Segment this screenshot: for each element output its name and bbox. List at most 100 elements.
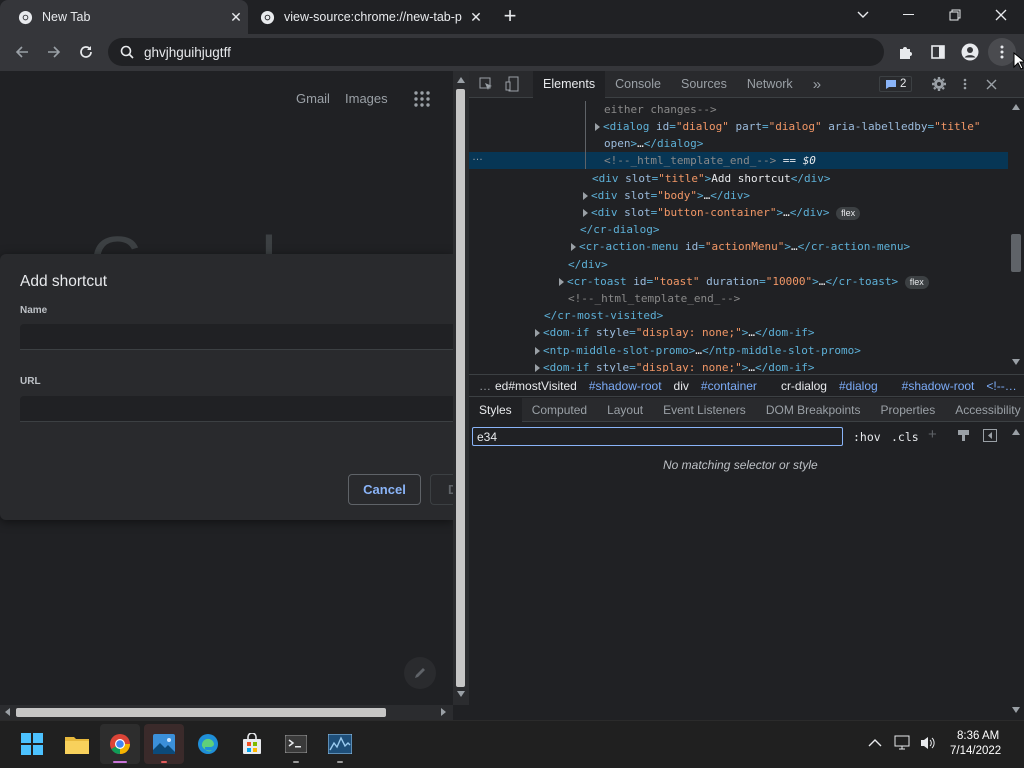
file-explorer-button[interactable] <box>57 724 97 764</box>
dom-line[interactable]: <cr-toast id="toast" duration="10000">…<… <box>559 273 929 290</box>
tab-elements[interactable]: Elements <box>533 70 606 98</box>
extensions-button[interactable] <box>892 38 920 66</box>
breadcrumb-item[interactable]: #shadow-root <box>589 379 662 393</box>
dom-line[interactable]: <div slot="title">Add shortcut</div> <box>592 170 830 187</box>
images-link[interactable]: Images <box>345 91 388 106</box>
devtools-settings-button[interactable] <box>926 71 952 97</box>
scroll-up-arrow[interactable] <box>1012 429 1020 435</box>
paint-roller-icon[interactable] <box>957 429 970 442</box>
scroll-left-arrow[interactable] <box>5 708 10 716</box>
tab-search-button[interactable] <box>840 0 886 30</box>
dom-line[interactable]: <dom-if style="display: none;">…</dom-if… <box>535 359 815 372</box>
breadcrumb-item[interactable]: ed#mostVisited <box>495 379 577 393</box>
tab-properties[interactable]: Properties <box>871 398 946 422</box>
tab-dom-breakpoints[interactable]: DOM Breakpoints <box>756 398 871 422</box>
tab-computed[interactable]: Computed <box>522 398 597 422</box>
page-horizontal-scrollbar[interactable] <box>0 705 453 720</box>
dom-line[interactable]: <cr-action-menu id="actionMenu">…</cr-ac… <box>571 238 910 255</box>
customize-button[interactable] <box>404 657 436 689</box>
volume-icon[interactable] <box>919 735 937 751</box>
minimize-button[interactable] <box>886 0 932 30</box>
tab-accessibility[interactable]: Accessibility <box>945 398 1024 422</box>
forward-button[interactable] <box>40 38 68 66</box>
dom-line[interactable]: <div slot="body">…</div> <box>583 187 750 204</box>
breadcrumb-item[interactable]: div #container <box>674 379 769 393</box>
dom-line[interactable]: </cr-dialog> <box>580 221 659 238</box>
close-tab-icon[interactable]: ✕ <box>464 9 488 26</box>
dom-line[interactable]: <ntp-middle-slot-promo>…</ntp-middle-slo… <box>535 342 861 359</box>
dom-line[interactable]: </div> <box>568 256 608 273</box>
close-tab-icon[interactable]: ✕ <box>224 9 248 26</box>
dom-line[interactable]: <div slot="button-container">…</div> fle… <box>583 204 861 221</box>
device-toolbar-button[interactable] <box>499 71 525 97</box>
dom-line[interactable]: open>…</dialog> <box>604 135 703 152</box>
chevron-up-icon[interactable] <box>868 738 882 748</box>
flex-badge[interactable]: flex <box>904 275 929 289</box>
tab-network[interactable]: Network <box>737 71 803 98</box>
sidebar-toggle-icon[interactable] <box>983 429 997 442</box>
dom-line[interactable]: <dialog id="dialog" part="dialog" aria-l… <box>595 118 981 135</box>
scroll-down-arrow[interactable] <box>1012 359 1020 365</box>
scroll-up-arrow[interactable] <box>1012 104 1020 110</box>
gmail-link[interactable]: Gmail <box>296 91 330 106</box>
dom-line[interactable]: either changes--> <box>604 101 717 118</box>
perf-monitor-taskbar-button[interactable] <box>320 724 360 764</box>
devtools-close-button[interactable] <box>978 71 1004 97</box>
cls-toggle[interactable]: .cls <box>891 430 919 444</box>
terminal-taskbar-button[interactable] <box>276 724 316 764</box>
side-panel-button[interactable] <box>924 38 952 66</box>
photos-taskbar-button[interactable] <box>144 724 184 764</box>
breadcrumb-item[interactable]: <!--… <box>986 379 1016 393</box>
scroll-thumb[interactable] <box>1011 234 1021 272</box>
dom-line[interactable]: <dom-if style="display: none;">…</dom-if… <box>535 324 815 341</box>
dom-tree-scrollbar[interactable] <box>1008 99 1024 372</box>
new-tab-button[interactable]: + <box>498 5 522 29</box>
start-button[interactable] <box>12 724 52 764</box>
tab-event-listeners[interactable]: Event Listeners <box>653 398 756 422</box>
tab-layout[interactable]: Layout <box>597 398 653 422</box>
clock-date[interactable]: 7/14/2022 <box>950 745 1001 757</box>
more-tabs-button[interactable]: » <box>803 71 831 98</box>
restore-button[interactable] <box>932 0 978 30</box>
menu-button[interactable] <box>988 38 1016 66</box>
styles-filter-input[interactable]: e34 <box>472 427 843 446</box>
issues-counter[interactable]: 2 <box>879 76 913 92</box>
tab-sources[interactable]: Sources <box>671 71 737 98</box>
name-input[interactable] <box>20 324 453 350</box>
scroll-thumb[interactable] <box>16 708 386 717</box>
scroll-down-arrow[interactable] <box>1012 707 1020 713</box>
edge-taskbar-button[interactable] <box>188 724 228 764</box>
address-bar[interactable]: ghvjhguihjugtff <box>108 38 884 66</box>
scroll-down-arrow[interactable] <box>457 691 465 697</box>
tab-new-tab[interactable]: New Tab ✕ <box>0 0 248 34</box>
back-button[interactable] <box>8 38 36 66</box>
new-style-rule-button[interactable]: + <box>928 426 937 443</box>
scroll-up-arrow[interactable] <box>457 77 465 83</box>
dom-line[interactable]: <!--_html_template_end_--> <box>568 290 740 307</box>
scroll-right-arrow[interactable] <box>441 708 446 716</box>
clock-time[interactable]: 8:36 AM <box>957 730 999 742</box>
scroll-thumb[interactable] <box>456 89 465 687</box>
profile-button[interactable] <box>956 38 984 66</box>
dom-line-selected[interactable]: <!--_html_template_end_--> == $0 <box>604 152 816 169</box>
breadcrumb-item[interactable]: cr-dialog #dialog <box>781 379 890 393</box>
network-icon[interactable] <box>894 735 912 751</box>
tab-console[interactable]: Console <box>605 71 671 98</box>
tab-view-source[interactable]: view-source:chrome://new-tab-p ✕ <box>248 0 488 34</box>
url-input[interactable] <box>20 396 453 422</box>
reload-button[interactable] <box>72 38 100 66</box>
tab-styles[interactable]: Styles <box>469 397 522 422</box>
hov-toggle[interactable]: :hov <box>853 430 881 444</box>
breadcrumb-item[interactable]: #shadow-root <box>902 379 975 393</box>
close-window-button[interactable] <box>978 0 1024 30</box>
cancel-button[interactable]: Cancel <box>348 474 421 505</box>
dom-line[interactable]: </cr-most-visited> <box>544 307 663 324</box>
devtools-menu-button[interactable] <box>952 71 978 97</box>
breadcrumb-item[interactable]: … <box>479 379 491 393</box>
page-vertical-scrollbar[interactable] <box>453 71 469 705</box>
flex-badge[interactable]: flex <box>836 206 861 220</box>
inspect-element-button[interactable] <box>473 71 499 97</box>
chrome-taskbar-button[interactable] <box>100 724 140 764</box>
styles-scrollbar[interactable] <box>1008 423 1024 718</box>
store-taskbar-button[interactable] <box>232 724 272 764</box>
